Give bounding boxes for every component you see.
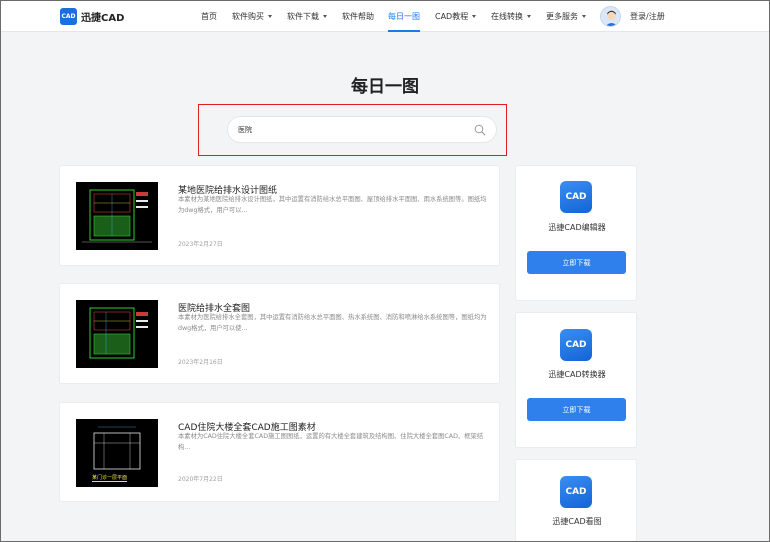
nav-purchase[interactable]: 软件购买 <box>232 11 272 22</box>
result-date: 2023年2月16日 <box>178 359 223 366</box>
logo-icon: CAD <box>60 8 77 25</box>
app-promo-card: CAD 迅捷CAD看图 <box>515 459 637 542</box>
result-date: 2023年2月27日 <box>178 241 223 248</box>
cad-viewer-icon: CAD <box>560 476 592 508</box>
icon-label: CAD <box>565 340 587 350</box>
result-description: 本素材为某地医院给排水设计图纸，其中运置有消防给水总平面图、屋顶给排水平面图、雨… <box>178 196 487 214</box>
nav-cad-tutorial-label: CAD教程 <box>435 12 469 21</box>
chevron-down-icon <box>268 15 272 18</box>
drawing-thumbnail[interactable] <box>76 182 158 250</box>
nav-purchase-label: 软件购买 <box>232 12 264 21</box>
download-button[interactable]: 立即下载 <box>527 251 626 274</box>
cad-drawing-image <box>76 300 158 368</box>
icon-label: CAD <box>565 192 587 202</box>
user-avatar-icon <box>605 10 618 26</box>
search-icon[interactable] <box>474 124 486 136</box>
thumbnail-caption: 某门诊一层平面 <box>92 475 128 482</box>
result-date: 2020年7月22日 <box>178 476 223 483</box>
app-promo-card: CAD 迅捷CAD转换器 立即下载 <box>515 312 637 448</box>
icon-label: CAD <box>565 487 587 497</box>
nav-cad-tutorial[interactable]: CAD教程 <box>435 11 477 22</box>
drawing-thumbnail[interactable]: 某门诊一层平面 <box>76 419 158 487</box>
nav-help[interactable]: 软件帮助 <box>342 11 374 22</box>
chevron-down-icon <box>527 15 531 18</box>
result-card[interactable]: 某门诊一层平面 CAD住院大楼全套CAD施工图素材 本素材为CAD住院大楼全套C… <box>59 402 500 502</box>
nav-download-label: 软件下载 <box>287 12 319 21</box>
chevron-down-icon <box>582 15 586 18</box>
app-promo-card: CAD 迅捷CAD编辑器 立即下载 <box>515 165 637 301</box>
avatar[interactable] <box>600 6 621 27</box>
chevron-down-icon <box>472 15 477 18</box>
result-card[interactable]: 某地医院给排水设计图纸 本素材为某地医院给排水设计图纸，其中运置有消防给水总平面… <box>59 165 500 266</box>
logo-text: 迅捷CAD <box>81 13 125 24</box>
nav-more-services[interactable]: 更多服务 <box>546 11 586 22</box>
download-button[interactable]: 立即下载 <box>527 398 626 421</box>
search-bar[interactable] <box>227 116 497 143</box>
nav-home-label: 首页 <box>201 12 217 21</box>
nav-download[interactable]: 软件下载 <box>287 11 327 22</box>
nav-online-convert-label: 在线转换 <box>491 12 523 21</box>
cad-editor-icon: CAD <box>560 181 592 213</box>
top-nav-bar: CAD 迅捷CAD 首页 软件购买 软件下载 软件帮助 每日一图 CAD教程 在… <box>1 1 769 32</box>
app-name: 迅捷CAD转换器 <box>548 370 606 379</box>
nav-online-convert[interactable]: 在线转换 <box>491 11 531 22</box>
login-register-link[interactable]: 登录/注册 <box>630 11 665 22</box>
cad-drawing-image <box>76 182 158 250</box>
app-name: 迅捷CAD看图 <box>552 517 602 526</box>
nav-home[interactable]: 首页 <box>201 11 217 22</box>
drawing-thumbnail[interactable] <box>76 300 158 368</box>
nav-more-services-label: 更多服务 <box>546 12 578 21</box>
result-description: 本素材为CAD住院大楼全套CAD施工图图纸，运置的有大楼全套建筑及结构图、住院大… <box>178 433 484 451</box>
site-logo[interactable]: CAD 迅捷CAD <box>60 8 124 25</box>
chevron-down-icon <box>323 15 327 18</box>
app-name: 迅捷CAD编辑器 <box>548 223 606 232</box>
search-input[interactable] <box>238 125 474 134</box>
nav-daily-image-label: 每日一图 <box>388 12 420 21</box>
nav-help-label: 软件帮助 <box>342 12 374 21</box>
result-card[interactable]: 医院给排水全套图 本素材为医院给排水全套图，其中运置有消防给水总平面图、热水系统… <box>59 283 500 384</box>
cad-converter-icon: CAD <box>560 329 592 361</box>
result-description: 本素材为医院给排水全套图，其中运置有消防给水总平面图、热水系统图、消防和喷淋给水… <box>178 314 487 332</box>
page-title: 每日一图 <box>351 77 419 97</box>
nav-daily-image[interactable]: 每日一图 <box>388 11 420 32</box>
